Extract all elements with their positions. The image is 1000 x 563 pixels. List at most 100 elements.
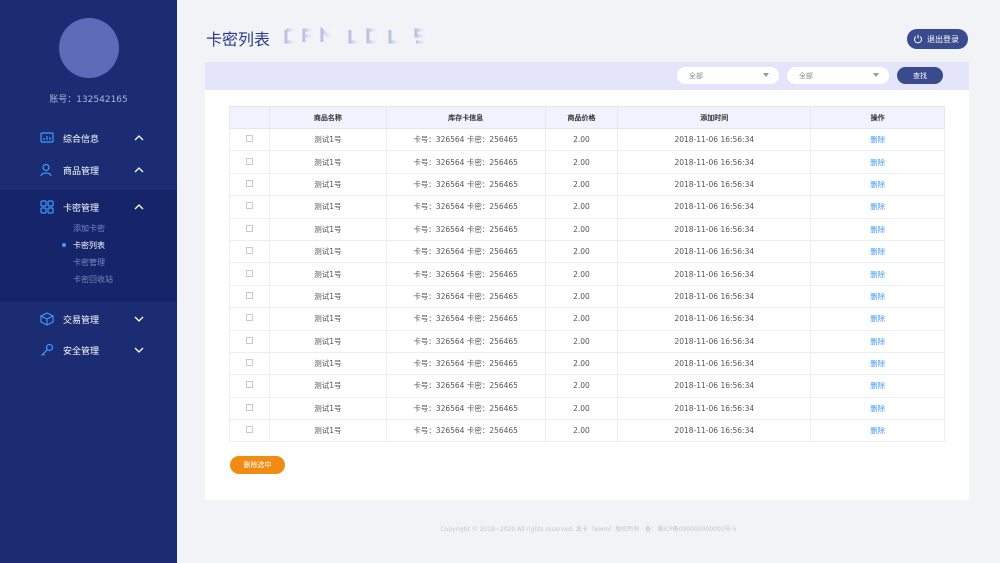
cell-operation: 删除 bbox=[810, 172, 945, 197]
filter-select-1[interactable]: 全部 bbox=[677, 67, 779, 84]
active-indicator-dot bbox=[62, 243, 66, 247]
row-checkbox[interactable] bbox=[245, 381, 253, 389]
row-checkbox[interactable] bbox=[245, 291, 253, 299]
chevron-up-icon bbox=[134, 135, 144, 141]
cell-price: 2.00 bbox=[544, 217, 619, 241]
nav-item-security[interactable]: 安全管理 bbox=[0, 335, 177, 365]
chevron-up-icon bbox=[134, 204, 144, 210]
cell-operation: 删除 bbox=[810, 419, 945, 443]
delete-link[interactable]: 删除 bbox=[870, 247, 885, 256]
row-checkbox-cell bbox=[229, 150, 270, 174]
nav-item-transactions[interactable]: 交易管理 bbox=[0, 304, 177, 334]
cell-card-info: 卡号：326564 卡密：256465 bbox=[385, 284, 546, 309]
header-price: 商品价格 bbox=[544, 106, 619, 129]
row-checkbox[interactable] bbox=[245, 269, 253, 277]
cell-price: 2.00 bbox=[544, 262, 619, 286]
delete-link[interactable]: 删除 bbox=[870, 426, 885, 435]
nav-item-label: 卡密管理 bbox=[63, 203, 100, 214]
cell-add-time: 2018-11-06 16:56:34 bbox=[617, 351, 812, 376]
search-button[interactable]: 查找 bbox=[897, 67, 943, 84]
header-add-time: 添加时间 bbox=[617, 106, 812, 129]
row-checkbox-cell bbox=[229, 217, 270, 241]
delete-selected-button[interactable]: 删除选中 bbox=[230, 456, 285, 474]
submenu-card-list[interactable]: 卡密列表 bbox=[73, 240, 105, 251]
cell-add-time: 2018-11-06 16:56:34 bbox=[617, 127, 812, 152]
row-checkbox[interactable] bbox=[245, 426, 253, 434]
cell-goods-name: 测试1号 bbox=[268, 262, 387, 286]
delete-link[interactable]: 删除 bbox=[870, 135, 885, 144]
table-row: 测试1号 卡号：326564 卡密：256465 2.00 2018-11-06 16… bbox=[229, 419, 945, 443]
cell-operation: 删除 bbox=[810, 262, 945, 286]
table-row: 测试1号 卡号：326564 卡密：256465 2.00 2018-11-06 16… bbox=[229, 307, 945, 331]
account-number: 账号：132542165 bbox=[49, 95, 128, 105]
row-checkbox[interactable] bbox=[245, 336, 253, 344]
table-row: 测试1号 卡号：326564 卡密：256465 2.00 2018-11-06 16… bbox=[229, 284, 945, 309]
cell-goods-name: 测试1号 bbox=[268, 351, 387, 376]
row-checkbox-cell bbox=[229, 195, 270, 219]
delete-link[interactable]: 删除 bbox=[870, 404, 885, 413]
cell-operation: 删除 bbox=[810, 307, 945, 331]
row-checkbox[interactable] bbox=[245, 403, 253, 411]
cell-card-info: 卡号：326564 卡密：256465 bbox=[385, 195, 546, 219]
filter-select-2[interactable]: 全部 bbox=[787, 67, 889, 84]
row-checkbox-cell bbox=[229, 127, 270, 152]
cell-goods-name: 测试1号 bbox=[268, 374, 387, 398]
cell-add-time: 2018-11-06 16:56:34 bbox=[617, 195, 812, 219]
row-checkbox[interactable] bbox=[245, 314, 253, 322]
cell-operation: 删除 bbox=[810, 284, 945, 309]
row-checkbox[interactable] bbox=[245, 247, 253, 255]
submenu-add-card[interactable]: 添加卡密 bbox=[73, 223, 105, 234]
submenu-card-manage[interactable]: 卡密管理 bbox=[73, 257, 105, 268]
cell-price: 2.00 bbox=[544, 127, 619, 152]
cell-operation: 删除 bbox=[810, 396, 945, 421]
row-checkbox[interactable] bbox=[245, 202, 253, 210]
cell-card-info: 卡号：326564 卡密：256465 bbox=[385, 396, 546, 421]
logout-button[interactable]: 退出登录 bbox=[907, 29, 968, 49]
delete-link[interactable]: 删除 bbox=[870, 381, 885, 390]
row-checkbox-cell bbox=[229, 239, 270, 264]
delete-link[interactable]: 删除 bbox=[870, 337, 885, 346]
user-goods-icon bbox=[40, 163, 52, 177]
nav-item-overview[interactable]: 综合信息 bbox=[0, 123, 177, 153]
row-checkbox-cell bbox=[229, 419, 270, 443]
delete-link[interactable]: 删除 bbox=[870, 225, 885, 234]
delete-link[interactable]: 删除 bbox=[870, 270, 885, 279]
cell-price: 2.00 bbox=[544, 307, 619, 331]
row-checkbox-cell bbox=[229, 374, 270, 398]
cell-price: 2.00 bbox=[544, 419, 619, 443]
delete-link[interactable]: 删除 bbox=[870, 292, 885, 301]
cell-goods-name: 测试1号 bbox=[268, 307, 387, 331]
avatar[interactable] bbox=[59, 18, 119, 78]
row-checkbox[interactable] bbox=[245, 224, 253, 232]
cell-card-info: 卡号：326564 卡密：256465 bbox=[385, 172, 546, 197]
cell-goods-name: 测试1号 bbox=[268, 172, 387, 197]
submenu-card-recycle[interactable]: 卡密回收站 bbox=[73, 274, 113, 285]
row-checkbox[interactable] bbox=[245, 157, 253, 165]
nav-item-goods[interactable]: 商品管理 bbox=[0, 155, 177, 185]
delete-link[interactable]: 删除 bbox=[870, 180, 885, 189]
table-row: 测试1号 卡号：326564 卡密：256465 2.00 2018-11-06 16… bbox=[229, 351, 945, 376]
row-checkbox[interactable] bbox=[245, 179, 253, 187]
power-icon bbox=[914, 34, 922, 44]
nav-item-label: 交易管理 bbox=[63, 315, 100, 326]
delete-link[interactable]: 删除 bbox=[870, 202, 885, 211]
cell-card-info: 卡号：326564 卡密：256465 bbox=[385, 217, 546, 241]
row-checkbox[interactable] bbox=[245, 359, 253, 367]
cell-price: 2.00 bbox=[544, 284, 619, 309]
delete-link[interactable]: 删除 bbox=[870, 314, 885, 323]
nav-item-label: 商品管理 bbox=[63, 166, 100, 177]
header-operation: 操作 bbox=[810, 106, 945, 129]
table-row: 测试1号 卡号：326564 卡密：256465 2.00 2018-11-06 16… bbox=[229, 127, 945, 152]
cell-price: 2.00 bbox=[544, 195, 619, 219]
delete-link[interactable]: 删除 bbox=[870, 359, 885, 368]
cell-card-info: 卡号：326564 卡密：256465 bbox=[385, 374, 546, 398]
row-checkbox[interactable] bbox=[245, 135, 253, 143]
table-row: 测试1号 卡号：326564 卡密：256465 2.00 2018-11-06 16… bbox=[229, 329, 945, 353]
cell-add-time: 2018-11-06 16:56:34 bbox=[617, 150, 812, 174]
cell-add-time: 2018-11-06 16:56:34 bbox=[617, 239, 812, 264]
key-icon bbox=[41, 343, 54, 356]
cell-price: 2.00 bbox=[544, 329, 619, 353]
delete-link[interactable]: 删除 bbox=[870, 158, 885, 167]
nav-item-card-keys[interactable]: 卡密管理 bbox=[0, 192, 177, 222]
table-row: 测试1号 卡号：326564 卡密：256465 2.00 2018-11-06 16… bbox=[229, 239, 945, 264]
